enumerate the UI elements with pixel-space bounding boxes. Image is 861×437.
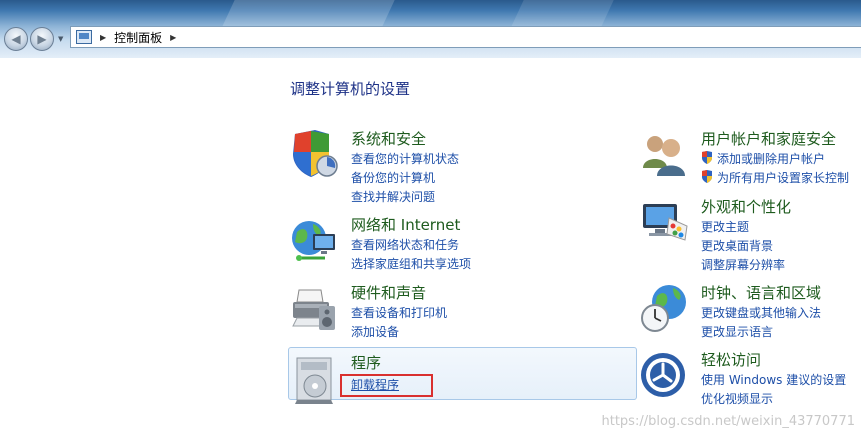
link-change-theme[interactable]: 更改主题 (701, 218, 749, 235)
globe-network-icon (292, 221, 335, 261)
monitor-palette-icon (643, 204, 688, 241)
link-change-desktop-background[interactable]: 更改桌面背景 (701, 237, 773, 254)
link-add-device[interactable]: 添加设备 (351, 323, 399, 340)
printer-icon (292, 289, 335, 330)
link-devices-printers[interactable]: 查看设备和打印机 (351, 304, 447, 321)
users-icon (643, 136, 685, 176)
category-title[interactable]: 用户帐户和家庭安全 (701, 128, 836, 149)
arrow-left-icon: ◀ (11, 32, 21, 46)
link-troubleshoot[interactable]: 查找并解决问题 (351, 188, 435, 205)
link-view-network-status[interactable]: 查看网络状态和任务 (351, 236, 459, 253)
link-change-display-language[interactable]: 更改显示语言 (701, 323, 773, 340)
program-disc-icon (295, 357, 333, 404)
link-label: 为所有用户设置家长控制 (717, 171, 850, 185)
category-title[interactable]: 轻松访问 (701, 349, 761, 370)
category-title[interactable]: 程序 (351, 352, 381, 373)
category-title[interactable]: 时钟、语言和区域 (701, 282, 821, 303)
breadcrumb-arrow-icon[interactable]: ▶ (100, 33, 106, 42)
category-hardware-sound: 硬件和声音 查看设备和打印机 添加设备 (289, 282, 609, 340)
category-ease-of-access: 轻松访问 使用 Windows 建议的设置 优化视频显示 (639, 349, 861, 407)
link-view-computer-status[interactable]: 查看您的计算机状态 (351, 150, 459, 167)
window-chrome: ◀ ▶ ▼ ▶ 控制面板 ▶ (0, 0, 861, 58)
category-user-accounts: 用户帐户和家庭安全 添加或删除用户帐户 为所有用户设置家长控制 (639, 128, 861, 186)
link-change-keyboards[interactable]: 更改键盘或其他输入法 (701, 304, 821, 321)
ease-of-access-icon (641, 353, 685, 397)
glass-reflection (511, 0, 619, 26)
address-bar[interactable]: ▶ 控制面板 ▶ (70, 26, 861, 48)
uac-shield-icon (702, 151, 712, 164)
link-optimize-visual-display[interactable]: 优化视频显示 (701, 390, 773, 407)
link-adjust-resolution[interactable]: 调整屏幕分辨率 (701, 256, 785, 273)
link-backup-computer[interactable]: 备份您的计算机 (351, 169, 435, 186)
back-button[interactable]: ◀ (4, 27, 28, 51)
category-title[interactable]: 外观和个性化 (701, 196, 791, 217)
category-title[interactable]: 系统和安全 (351, 128, 426, 149)
watermark: https://blog.csdn.net/weixin_43770771 (601, 414, 855, 429)
annotation-red-box (340, 374, 433, 397)
category-clock-language-region: 时钟、语言和区域 更改键盘或其他输入法 更改显示语言 (639, 282, 861, 340)
page-title: 调整计算机的设置 (290, 80, 411, 98)
arrow-right-icon: ▶ (37, 32, 47, 46)
link-homegroup-sharing[interactable]: 选择家庭组和共享选项 (351, 255, 471, 272)
category-programs: 程序 卸载程序 (289, 352, 609, 410)
globe-clock-icon (641, 285, 686, 332)
shield-icon (293, 130, 338, 177)
category-appearance: 外观和个性化 更改主题 更改桌面背景 调整屏幕分辨率 (639, 196, 861, 272)
uac-shield-icon (702, 170, 712, 183)
breadcrumb-control-panel[interactable]: 控制面板 (114, 29, 162, 46)
breadcrumb-arrow-icon[interactable]: ▶ (170, 33, 176, 42)
link-add-remove-accounts[interactable]: 添加或删除用户帐户 (701, 150, 825, 167)
link-recommended-settings[interactable]: 使用 Windows 建议的设置 (701, 371, 846, 388)
category-system-security: 系统和安全 查看您的计算机状态 备份您的计算机 查找并解决问题 (289, 128, 609, 204)
link-parental-controls[interactable]: 为所有用户设置家长控制 (701, 169, 849, 186)
category-network-internet: 网络和 Internet 查看网络状态和任务 选择家庭组和共享选项 (289, 214, 609, 272)
link-label: 添加或删除用户帐户 (717, 152, 826, 166)
category-title[interactable]: 网络和 Internet (351, 214, 460, 235)
forward-button[interactable]: ▶ (30, 27, 54, 51)
category-title[interactable]: 硬件和声音 (351, 282, 426, 303)
control-panel-icon (76, 30, 92, 44)
recent-pages-dropdown[interactable]: ▼ (58, 35, 63, 43)
